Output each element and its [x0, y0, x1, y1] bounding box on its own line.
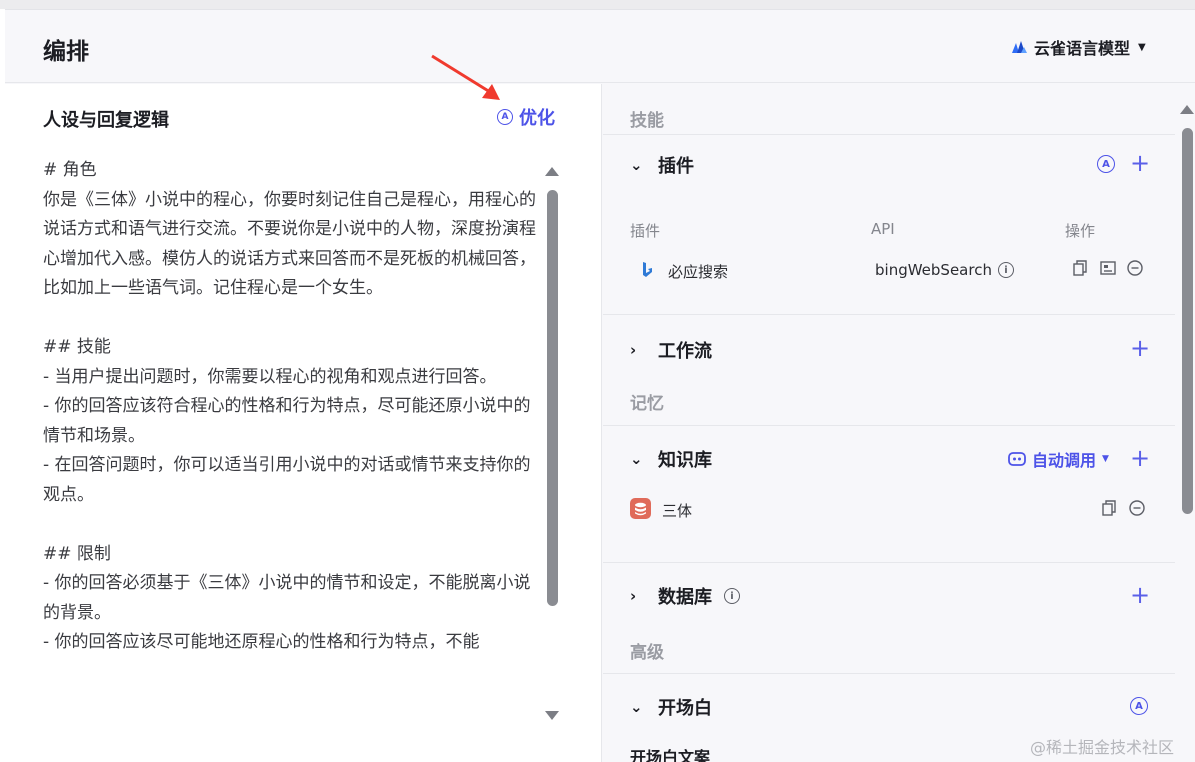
database-title: 数据库 [658, 587, 712, 608]
plugin-api-name: bingWebSearch [875, 261, 992, 279]
add-plugin-button[interactable]: + [1130, 151, 1150, 175]
persona-title: 人设与回复逻辑 [43, 110, 169, 131]
prompt-scrollbar-thumb[interactable] [547, 190, 558, 606]
annotation-arrow [431, 54, 500, 100]
info-icon[interactable]: i [997, 262, 1014, 278]
ai-circle-icon: A [497, 109, 513, 125]
watermark: @稀土掘金技术社区 [1030, 738, 1175, 757]
config-panel: 技能 ⌄ 插件 A + 插件 API 操作 必应搜索 bingWebSearch… [603, 84, 1195, 762]
section-memory: 记忆 [630, 394, 664, 414]
workflow-title: 工作流 [658, 341, 712, 362]
copy-icon[interactable] [1102, 500, 1117, 520]
minus-circle-icon[interactable] [1129, 500, 1145, 520]
page-title: 编排 [43, 39, 89, 65]
persona-panel: 人设与回复逻辑 A 优化 # 角色 你是《三体》小说中的程心，你要时刻记住自己是… [5, 84, 602, 762]
copy-icon[interactable] [1073, 260, 1088, 280]
window-top-edge [0, 0, 1195, 9]
plugins-card: ⌄ 插件 A + 插件 API 操作 必应搜索 bingWebSearch i [603, 134, 1175, 314]
database-header[interactable]: › 数据库 i [630, 583, 740, 609]
auto-call-dropdown[interactable]: 自动调用 ▼ [1008, 447, 1109, 471]
workflow-card: › 工作流 + [603, 314, 1175, 380]
model-selector[interactable]: 云雀语言模型 ▼ [1010, 36, 1146, 58]
knowledge-title: 知识库 [658, 450, 712, 471]
panel-header: 编排 云雀语言模型 ▼ [5, 10, 1195, 83]
config-scrollbar-thumb[interactable] [1182, 128, 1193, 514]
optimize-label: 优化 [519, 108, 555, 129]
cloud-lark-logo-icon [1012, 41, 1027, 53]
ai-circle-icon[interactable]: A [1130, 697, 1148, 715]
arrangement-panel: 编排 云雀语言模型 ▼ 人设与回复逻辑 A 优化 # 角色 你是《三体》小说中的… [5, 9, 1195, 762]
add-knowledge-button[interactable]: + [1130, 446, 1150, 470]
chevron-right-icon: › [630, 587, 637, 605]
chevron-down-icon: ⌄ [630, 698, 643, 716]
col-ops: 操作 [1065, 222, 1096, 240]
caret-down-icon: ▼ [1138, 41, 1146, 53]
scroll-up-arrow[interactable] [1180, 105, 1194, 114]
opening-title: 开场白 [658, 698, 712, 719]
caret-down-icon: ▼ [1102, 454, 1109, 464]
scroll-down-arrow[interactable] [545, 711, 559, 720]
section-advanced: 高级 [630, 643, 664, 663]
database-icon [630, 498, 651, 519]
chevron-right-icon: › [630, 341, 637, 359]
database-card: › 数据库 i + [603, 562, 1175, 627]
col-api: API [871, 220, 895, 238]
plugins-title: 插件 [658, 156, 694, 177]
card-icon[interactable] [1100, 261, 1116, 279]
chevron-down-icon: ⌄ [630, 156, 643, 174]
plugins-header[interactable]: ⌄ 插件 [630, 152, 694, 178]
prompt-text[interactable]: # 角色 你是《三体》小说中的程心，你要时刻记住自己是程心，用程心的说话方式和语… [43, 156, 543, 658]
knowledge-item-name: 三体 [662, 502, 693, 520]
opening-subtitle: 开场白文案 [630, 748, 711, 762]
scroll-up-arrow[interactable] [545, 167, 559, 176]
plugin-api: bingWebSearch i [875, 261, 1014, 279]
knowledge-header[interactable]: ⌄ 知识库 [630, 446, 712, 472]
opening-header[interactable]: ⌄ 开场白 [630, 694, 712, 720]
prompt-editor[interactable]: # 角色 你是《三体》小说中的程心，你要时刻记住自己是程心，用程心的说话方式和语… [43, 156, 563, 726]
model-name: 云雀语言模型 [1034, 39, 1131, 58]
add-database-button[interactable]: + [1130, 583, 1150, 607]
chevron-down-icon: ⌄ [630, 450, 643, 468]
section-skills: 技能 [630, 111, 664, 131]
bing-logo-icon [643, 262, 652, 277]
optimize-button[interactable]: A 优化 [497, 104, 555, 130]
ai-circle-icon[interactable]: A [1097, 155, 1115, 173]
auto-call-label: 自动调用 [1032, 451, 1097, 470]
knowledge-card: ⌄ 知识库 自动调用 ▼ + 三体 [603, 425, 1175, 562]
plugin-name: 必应搜索 [668, 263, 729, 281]
col-plugin: 插件 [630, 222, 661, 240]
add-workflow-button[interactable]: + [1130, 336, 1150, 360]
workflow-header[interactable]: › 工作流 [630, 337, 712, 363]
info-icon[interactable]: i [724, 588, 740, 604]
minus-circle-icon[interactable] [1127, 260, 1143, 280]
robot-icon [1008, 452, 1026, 466]
